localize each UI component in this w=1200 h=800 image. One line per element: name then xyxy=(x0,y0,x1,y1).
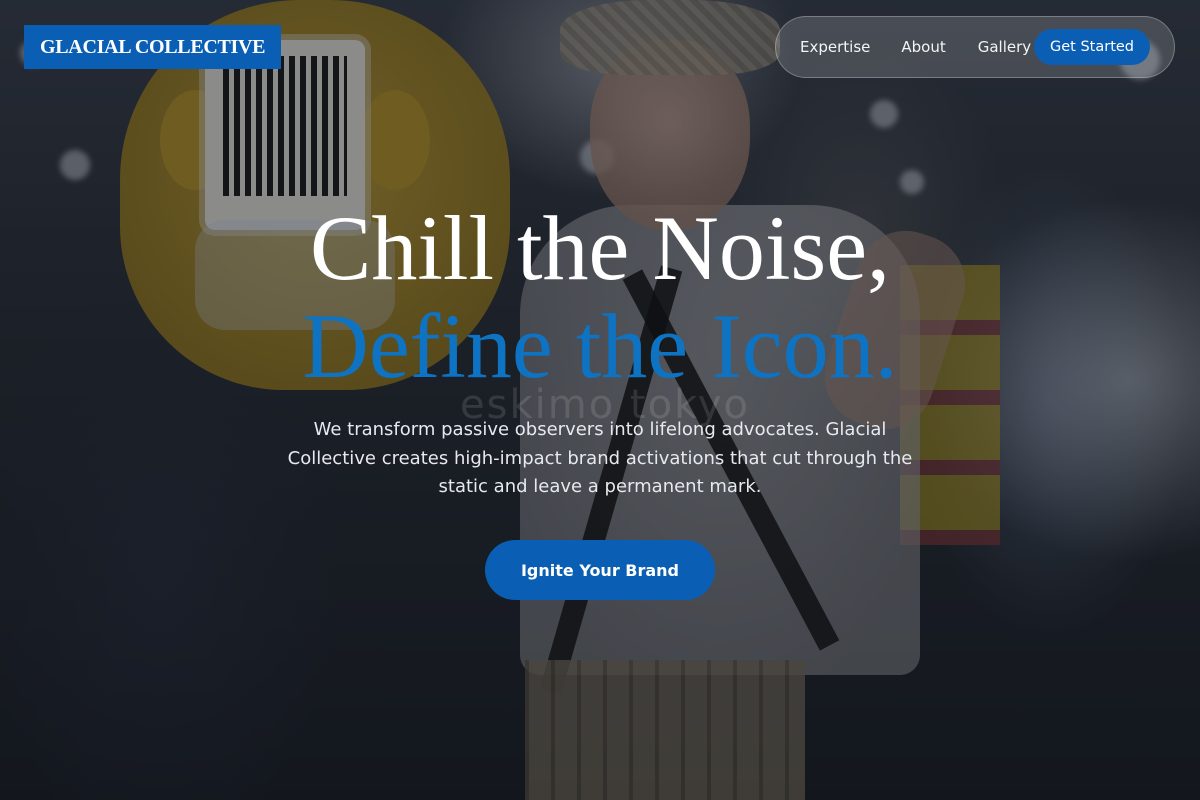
hero-headline-line1: Chill the Noise, xyxy=(309,197,891,299)
hero-subtext: We transform passive observers into life… xyxy=(287,419,913,497)
ignite-brand-button[interactable]: Ignite Your Brand xyxy=(485,540,715,600)
nav-link-expertise[interactable]: Expertise xyxy=(800,38,870,56)
main-nav: Expertise About Gallery Get Started xyxy=(775,16,1175,78)
get-started-button[interactable]: Get Started xyxy=(1034,29,1150,65)
nav-link-gallery[interactable]: Gallery xyxy=(978,38,1031,56)
brand-logo[interactable]: GLACIAL COLLECTIVE xyxy=(24,25,282,69)
nav-link-about[interactable]: About xyxy=(901,38,945,56)
